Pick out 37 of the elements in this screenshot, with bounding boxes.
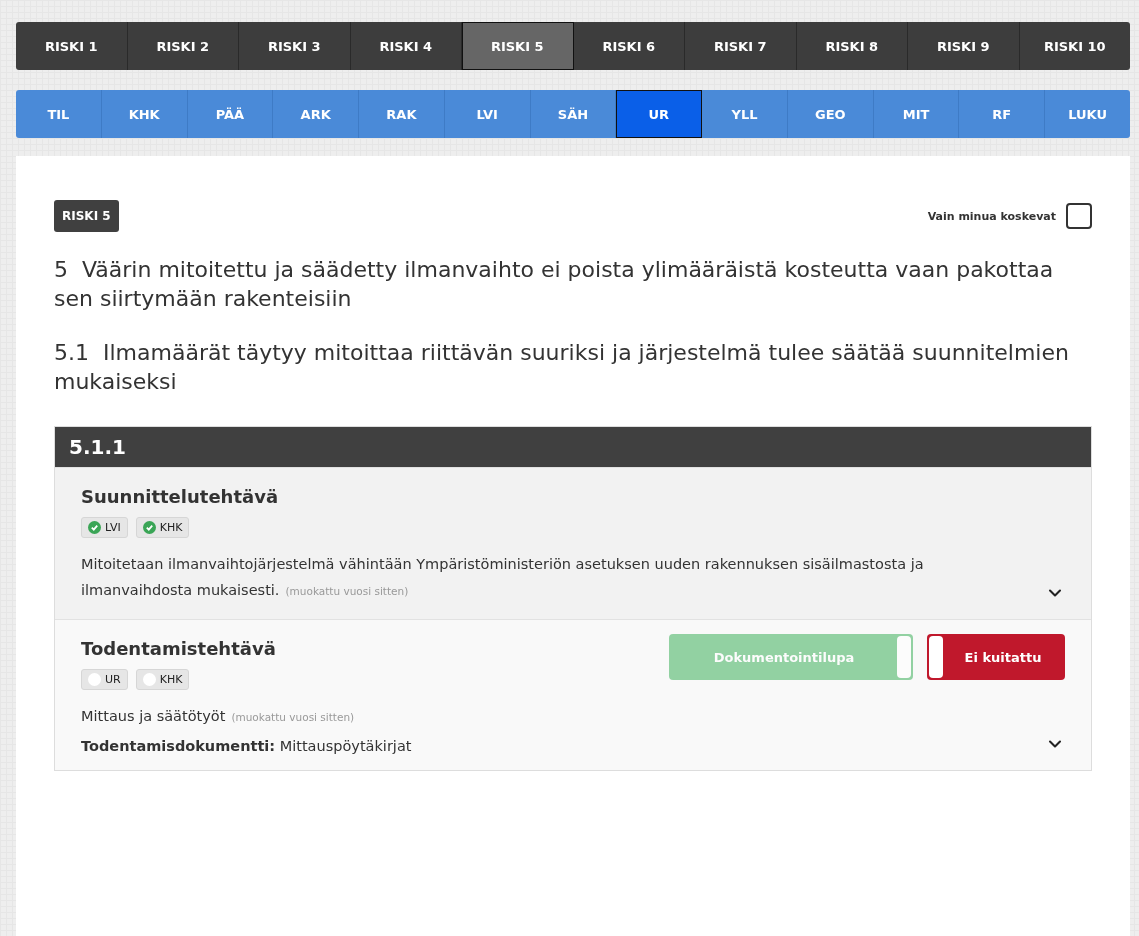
toggle-button[interactable]: Ei kuitattu — [927, 634, 1065, 681]
discipline-tab[interactable]: LUKU — [1045, 90, 1130, 138]
discipline-tab[interactable]: KHK — [101, 90, 188, 138]
discipline-tab[interactable]: RF — [959, 90, 1046, 138]
section-header: 5.1.1 — [55, 427, 1091, 468]
risk-tab[interactable]: RISKI 10 — [1019, 22, 1130, 70]
discipline-tag: UR — [81, 669, 128, 691]
discipline-tab[interactable]: RAK — [359, 90, 445, 138]
filter-checkbox[interactable] — [1066, 203, 1092, 229]
discipline-tab[interactable]: PÄÄ — [187, 90, 274, 138]
risk-title: 5 Väärin mitoitettu ja säädetty ilmanvaihto ei poista ylimääräistä kosteutta vaan pakottaa sen siirtymään rakenteisiin — [54, 256, 1055, 313]
risk-tab[interactable]: RISKI 1 — [16, 22, 128, 70]
risk-tab[interactable]: RISKI 9 — [908, 22, 1020, 70]
risk-tab[interactable]: RISKI 8 — [796, 22, 908, 70]
task-title: Suunnittelutehtävä — [81, 486, 279, 508]
subtitle: 5.1 Ilmamäärät täytyy mitoittaa riittävän suuriksi ja järjestelmä tulee säätää suunnitelmien mukaiseksi — [54, 339, 1070, 396]
discipline-tab[interactable]: LVI — [444, 90, 531, 138]
task-description: Mittaus ja säätötyöt (muokattu vuosi sitten) — [81, 707, 356, 727]
discipline-tag: KHK — [135, 669, 190, 691]
risk-badge: RISKI 5 — [54, 200, 119, 232]
discipline-tab[interactable]: GEO — [787, 90, 874, 138]
discipline-tab[interactable]: MIT — [873, 90, 960, 138]
filter-label: Vain minua koskevat — [927, 209, 1056, 223]
discipline-tag: KHK — [135, 517, 190, 539]
risk-tab[interactable]: RISKI 7 — [685, 22, 797, 70]
discipline-tab[interactable]: TIL — [16, 90, 102, 138]
task-description: Mitoitetaan ilmanvaihtojärjestelmä vähintään Ympäristöministeriön asetuksen uuden rakennuksen sisäilmastosta ja ilmanvaihdosta mukaisesti. (muokattu vuosi sitten) — [81, 555, 925, 600]
risk-tab[interactable]: RISKI 3 — [239, 22, 351, 70]
document-line: Todentamisdokumentti: Mittauspöytäkirjat — [81, 737, 412, 754]
discipline-tag: LVI — [81, 517, 128, 539]
risk-tab[interactable]: RISKI 2 — [127, 22, 239, 70]
discipline-tab[interactable]: UR — [616, 90, 703, 138]
task-title: Todentamistehtävä — [81, 638, 276, 660]
discipline-tab[interactable]: YLL — [702, 90, 788, 138]
risk-tab[interactable]: RISKI 5 — [462, 22, 574, 70]
discipline-tab[interactable]: ARK — [273, 90, 360, 138]
risk-tab[interactable]: RISKI 6 — [573, 22, 685, 70]
